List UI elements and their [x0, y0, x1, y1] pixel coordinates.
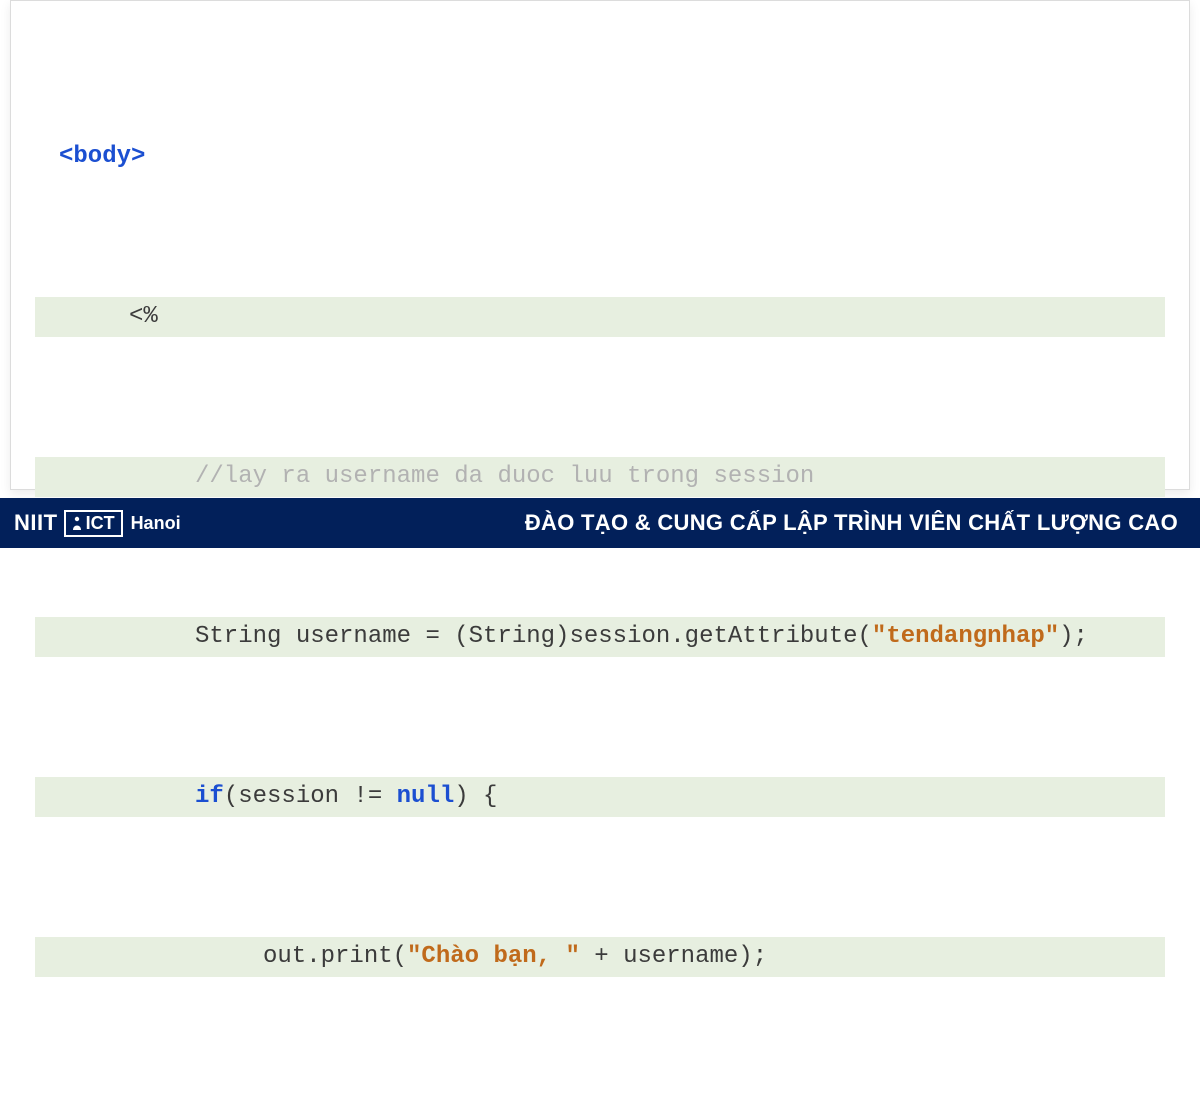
- keyword-if: if: [195, 783, 224, 810]
- keyword-null: null: [397, 783, 455, 810]
- brand-niit: NIIT: [14, 510, 58, 536]
- code-line: out.print("Chào bạn, " + username);: [35, 937, 1165, 977]
- string-literal: "tendangnhap": [872, 623, 1059, 650]
- code-line: //lay ra username da duoc luu trong sess…: [35, 457, 1165, 497]
- code-block: <body> <% //lay ra username da duoc luu …: [35, 17, 1165, 1096]
- person-icon: [72, 516, 82, 530]
- tag-body: <body>: [59, 143, 145, 170]
- text: (session !=: [224, 783, 397, 810]
- code-card: <body> <% //lay ra username da duoc luu …: [10, 0, 1190, 490]
- code-line: if(session != null) {: [35, 777, 1165, 817]
- code-line: <body>: [35, 137, 1165, 177]
- comment: //lay ra username da duoc luu trong sess…: [195, 463, 814, 490]
- text: + username);: [580, 943, 767, 970]
- brand-city: Hanoi: [131, 513, 181, 534]
- text: out.print(: [263, 943, 407, 970]
- footer-tagline: ĐÀO TẠO & CUNG CẤP LẬP TRÌNH VIÊN CHẤT L…: [525, 510, 1178, 536]
- string-literal: "Chào bạn, ": [407, 943, 580, 970]
- brand-ict-box: ICT: [64, 510, 123, 537]
- text: String username = (String)session.getAtt…: [195, 623, 872, 650]
- text: ) {: [454, 783, 497, 810]
- scriptlet-open: <%: [129, 303, 158, 330]
- text: );: [1059, 623, 1088, 650]
- footer-bar: NIIT ICT Hanoi ĐÀO TẠO & CUNG CẤP LẬP TR…: [0, 498, 1200, 548]
- code-line: <%: [35, 297, 1165, 337]
- brand-ict: ICT: [86, 513, 115, 534]
- code-line: String username = (String)session.getAtt…: [35, 617, 1165, 657]
- brand-logo: NIIT ICT Hanoi: [14, 510, 181, 537]
